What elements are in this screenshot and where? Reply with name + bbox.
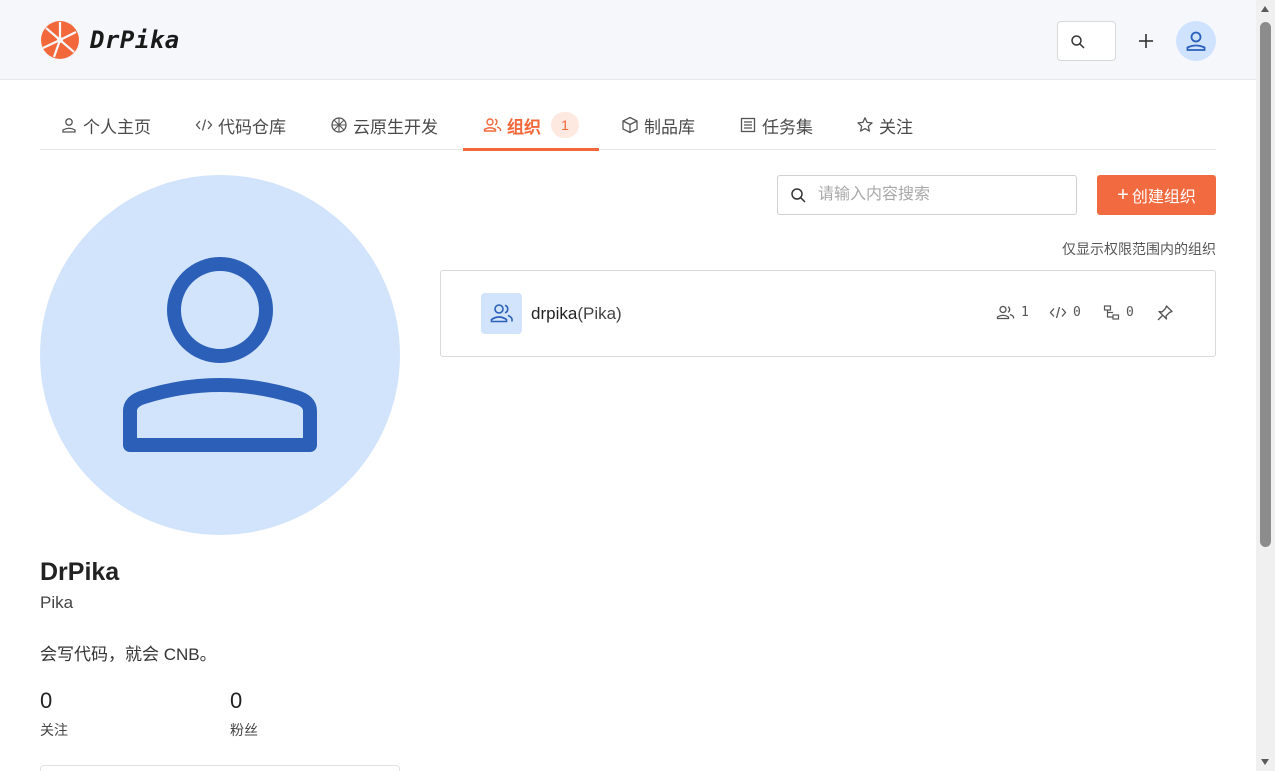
pin-icon [1157,305,1173,321]
org-members-stat: 1 [996,304,1029,321]
package-icon [622,116,638,134]
tab-repos[interactable]: 代码仓库 [195,100,286,150]
create-org-button[interactable]: + 创建组织 [1097,175,1216,215]
org-card[interactable]: drpika(Pika) 1 0 0 [440,270,1216,357]
vertical-scrollbar[interactable] [1256,0,1275,771]
logo[interactable]: DrPika [40,20,180,60]
following-count: 0 [40,688,53,713]
search-icon [1071,35,1085,49]
org-members-count: 1 [1021,305,1029,320]
tab-task-sets[interactable]: 任务集 [739,100,813,150]
tab-label: 任务集 [762,117,813,137]
top-header: DrPika [0,0,1256,80]
org-avatar [481,293,522,334]
profile-name: DrPika [40,558,120,586]
org-search-box[interactable] [777,175,1077,215]
org-search-input[interactable] [818,176,1068,214]
tab-label: 制品库 [644,117,695,137]
tab-following[interactable]: 关注 [856,100,913,150]
brand-name: DrPika [90,26,180,54]
plus-icon [1139,34,1153,48]
org-suborgs-count: 0 [1126,305,1134,320]
user-avatar[interactable] [1176,21,1216,61]
org-count-badge: 1 [551,112,579,138]
tab-label: 代码仓库 [218,117,286,137]
tab-label: 关注 [879,117,913,137]
profile-avatar [40,175,400,535]
followers-label: 粉丝 [230,722,258,738]
org-alias: (Pika) [577,304,622,323]
org-suborgs-stat: 0 [1103,304,1134,321]
star-icon [857,117,873,132]
profile-tabs: 个人主页 代码仓库 云原生开发 组织 1 制品库 任务集 关注 [40,100,1216,151]
list-icon [740,117,756,133]
following-label: 关注 [40,722,68,738]
org-repos-stat: 0 [1049,304,1081,321]
tab-label: 云原生开发 [353,117,438,137]
header-search-button[interactable] [1057,21,1116,61]
cloud-native-icon [331,117,347,133]
profile-handle: Pika [40,593,74,612]
org-repos-count: 0 [1073,305,1081,320]
followers-stat[interactable]: 0 粉丝 [230,688,258,740]
add-button[interactable] [1133,28,1159,54]
scope-note: 仅显示权限范围内的组织 [1062,241,1216,257]
users-icon [483,118,502,132]
profile-action-box[interactable] [40,765,400,771]
code-icon [1049,306,1067,319]
user-icon [123,257,317,452]
followers-count: 0 [230,688,243,713]
fan-logo-icon [41,21,79,59]
following-stat[interactable]: 0 关注 [40,688,68,740]
user-icon [1186,31,1206,51]
scroll-up-arrow-icon[interactable] [1261,6,1269,12]
scroll-down-arrow-icon[interactable] [1261,759,1269,765]
org-name: drpika [531,304,578,323]
create-org-label: 创建组织 [1131,189,1196,206]
plus-icon: + [1117,184,1129,206]
scrollbar-thumb[interactable] [1260,22,1271,547]
profile-bio: 会写代码，就会 CNB。 [40,645,217,664]
tab-profile[interactable]: 个人主页 [60,100,151,150]
users-icon [996,305,1015,320]
code-icon [195,119,213,131]
tab-label: 组织 [507,117,541,137]
org-name-link[interactable]: drpika(Pika) [531,304,622,324]
tab-label: 个人主页 [83,117,151,137]
users-icon [490,304,513,323]
tab-artifacts[interactable]: 制品库 [621,100,695,150]
pin-button[interactable] [1156,304,1174,327]
user-icon [62,118,76,133]
tab-cloud-native[interactable]: 云原生开发 [330,100,438,150]
tab-organizations[interactable]: 组织 1 [463,100,599,151]
sub-org-icon [1103,305,1120,320]
search-icon [791,188,806,203]
